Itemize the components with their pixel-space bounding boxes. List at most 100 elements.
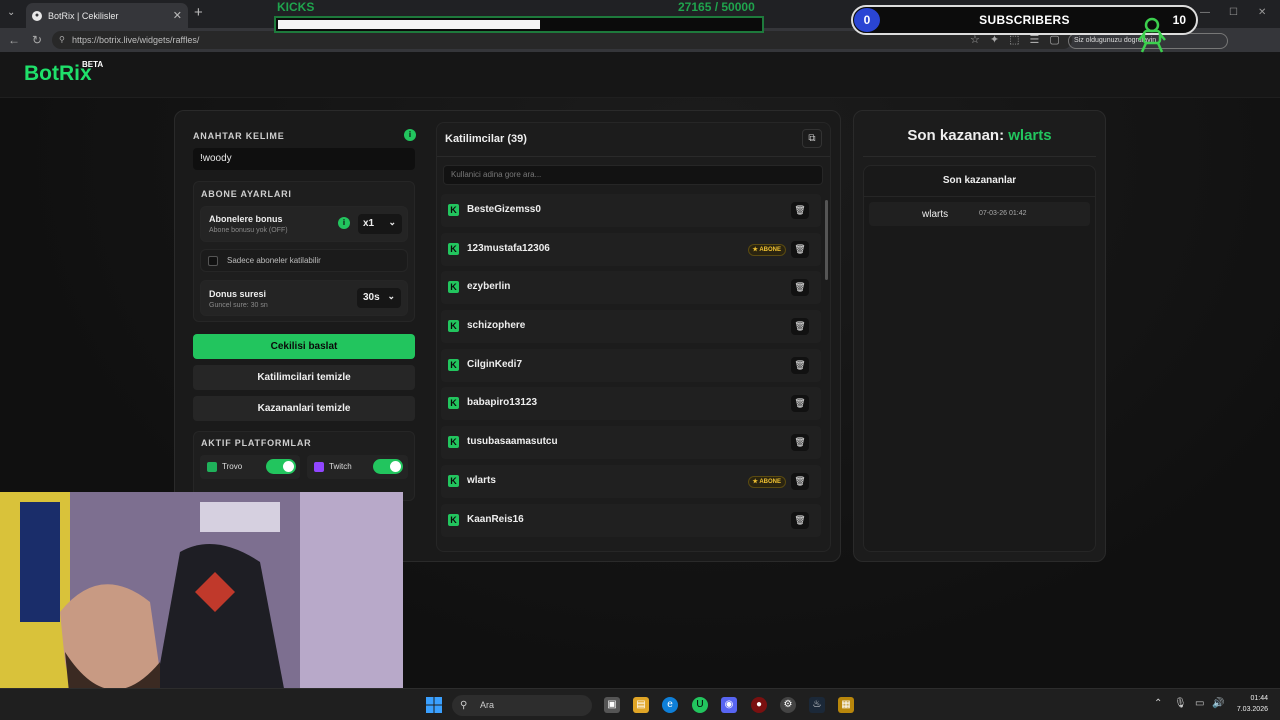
participant-name: babapiro13123 (467, 397, 538, 409)
kick-icon: K (448, 204, 459, 216)
winners-divider (863, 156, 1096, 157)
participant-name: wlarts (467, 474, 496, 486)
kicks-goal: / 50000 (714, 0, 755, 14)
tab-list-chevron-icon[interactable]: ⌄ (7, 7, 15, 18)
recent-winners-divider (864, 196, 1095, 197)
duration-title: Donus suresi (209, 289, 267, 299)
participant-row: K KaanReis16 🗑 (441, 503, 821, 537)
subscriber-badge-label: ABONE (759, 246, 781, 253)
participant-list-scrollbar[interactable] (825, 200, 828, 280)
twitch-toggle[interactable] (373, 459, 403, 474)
delete-participant-icon[interactable]: 🗑 (791, 318, 809, 336)
twitch-icon (314, 461, 324, 472)
maximize-icon[interactable]: ☐ (1229, 7, 1238, 18)
app-red-icon[interactable]: ● (751, 697, 767, 713)
clock-time: 01:44 (1250, 695, 1268, 702)
participant-name: BesteGizemss0 (467, 204, 541, 215)
subscriber-badge: ★ ABONE (747, 475, 786, 488)
duration-select-value: 30s (363, 292, 380, 303)
participant-row: Kschizophere 🗑 (441, 310, 821, 344)
participant-name: 123mustafa12306 (467, 242, 550, 254)
participant-search-input[interactable]: Kullanici adina gore ara... (443, 165, 823, 185)
close-tab-icon[interactable]: ✕ (173, 9, 182, 22)
only-subscribers-checkbox[interactable] (208, 256, 218, 266)
network-icon[interactable]: ▭ (1195, 698, 1204, 709)
winner-date: 07-03-26 01:42 (979, 210, 1027, 217)
participant-name: tusubasaamasutcu (467, 436, 558, 448)
beta-badge: BETA (82, 60, 104, 69)
close-window-icon[interactable]: ✕ (1258, 7, 1266, 18)
app-gear-icon[interactable]: ⚙ (780, 697, 796, 713)
participant-row: Kwlarts ★ ABONE 🗑 (441, 464, 821, 498)
start-raffle-button[interactable]: Cekilisi baslat (193, 334, 415, 359)
taskbar-search[interactable]: ⚲ Ara (452, 695, 592, 716)
search-icon: ⚲ (460, 700, 468, 711)
trovo-icon (207, 461, 217, 472)
subscriber-badge-label: ABONE (759, 478, 781, 485)
taskbar-search-label: Ara (480, 700, 495, 710)
participant-row: Kezyberlin 🗑 (441, 271, 821, 305)
clear-winners-button[interactable]: Kazananlari temizle (193, 396, 415, 421)
kick-icon: K (448, 397, 459, 410)
steam-icon[interactable]: ♨ (809, 697, 825, 713)
chevron-down-icon: ⌄ (387, 291, 395, 301)
kick-icon: K (448, 320, 459, 333)
taskbar-clock[interactable]: 01:44 7.03.2026 (1232, 693, 1268, 715)
upwork-icon[interactable]: U (692, 697, 708, 713)
participants-title: Katilimcilar (39) (445, 133, 527, 145)
delete-participant-icon[interactable]: 🗑 (791, 395, 809, 413)
app-yellow-icon[interactable]: ▦ (838, 697, 854, 713)
recent-winners-title: Son kazananlar (942, 175, 1017, 186)
new-tab-icon[interactable]: + (194, 4, 203, 21)
kicks-progress-fill (278, 20, 540, 29)
subscriber-bonus-subtitle: Abone bonusu yok (OFF) (209, 227, 288, 234)
participant-name: schizophere (467, 320, 526, 332)
duration-subtitle: Guncel sure: 30 sn (209, 302, 268, 309)
kick-icon: K (448, 281, 459, 294)
subscriber-bonus-select[interactable]: x1 ⌄ (358, 214, 402, 234)
subscriber-bonus-info-icon[interactable]: i (338, 217, 350, 229)
site-info-icon[interactable]: ⚲ (59, 31, 65, 49)
app-header: BotRix BETA (0, 52, 1280, 98)
trovo-toggle[interactable] (266, 459, 296, 474)
kick-icon: K (448, 358, 459, 371)
delete-participant-icon[interactable]: 🗑 (791, 511, 809, 529)
platforms-label: AKTIF PLATFORMLAR (201, 438, 312, 448)
keyword-info-icon[interactable]: i (404, 129, 416, 141)
delete-participant-icon[interactable]: 🗑 (791, 202, 809, 219)
file-explorer-icon[interactable]: ▤ (633, 697, 649, 713)
delete-participant-icon[interactable]: 🗑 (791, 279, 809, 297)
microphone-icon[interactable]: 🎙 (1174, 698, 1187, 709)
keyword-input[interactable]: !woody (193, 148, 415, 170)
windows-start-icon[interactable] (426, 697, 442, 713)
duration-select[interactable]: 30s ⌄ (357, 288, 401, 308)
participant-name: CilginKedi7 (467, 358, 523, 370)
discord-icon[interactable]: ◉ (721, 697, 737, 713)
delete-participant-icon[interactable]: 🗑 (791, 434, 809, 452)
browser-tab[interactable]: ● BotRix | Cekilisler ✕ (26, 3, 188, 28)
kicks-progress-bar (274, 16, 764, 33)
clock-date: 7.03.2026 (1236, 706, 1268, 713)
participant-row: K BesteGizemss0 🗑 (441, 194, 821, 227)
delete-participant-icon[interactable]: 🗑 (791, 472, 809, 490)
back-icon[interactable]: ← (8, 33, 20, 47)
delete-participant-icon[interactable]: 🗑 (791, 356, 809, 374)
platform-twitch-label: Twitch (329, 462, 352, 471)
edge-icon[interactable]: e (662, 697, 678, 713)
minimize-icon[interactable]: — (1200, 7, 1210, 18)
reload-icon[interactable]: ↻ (32, 33, 42, 47)
kicks-goal-value: 27165 / 50000 (678, 0, 755, 14)
volume-icon[interactable]: 🔊 (1212, 698, 1224, 709)
subscribers-goal: 10 (1172, 13, 1186, 27)
kick-icon: K (448, 242, 459, 255)
last-winner-name: wlarts (1008, 127, 1052, 144)
kicks-current: 27165 (678, 0, 712, 14)
delete-participant-icon[interactable]: 🗑 (791, 240, 809, 258)
copy-icon[interactable]: ⧉ (802, 129, 822, 148)
clear-participants-button[interactable]: Katilimcilari temizle (193, 365, 415, 390)
task-view-icon[interactable]: ▣ (604, 697, 620, 713)
keyword-label: ANAHTAR KELIME (193, 131, 285, 141)
participant-name: ezyberlin (467, 281, 511, 293)
participants-divider (437, 156, 830, 157)
tray-overflow-icon[interactable]: ⌃ (1154, 698, 1162, 709)
